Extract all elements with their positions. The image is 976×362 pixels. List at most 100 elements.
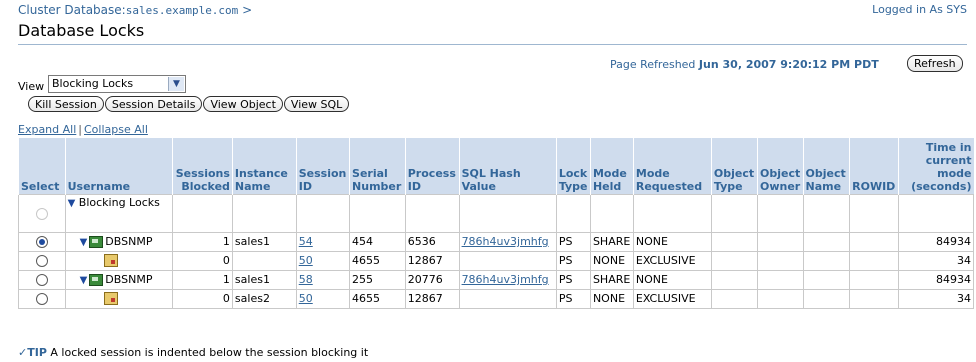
session-id-link[interactable]: 50 [299, 254, 313, 267]
lock-type-cell: PS [555, 269, 591, 290]
link-separator: | [78, 123, 82, 136]
mode-requested-cell: NONE [632, 231, 712, 252]
process-cell: 12867 [404, 250, 460, 271]
col-session-id: Session ID [295, 138, 350, 194]
refresh-status: Page Refreshed Jun 30, 2007 9:20:12 PM P… [610, 58, 879, 71]
sessions-blocked-cell: 1 [171, 231, 233, 252]
col-object-owner: Object Owner [756, 138, 804, 194]
session-details-button[interactable]: Session Details [104, 96, 203, 112]
locks-table: Select Username Sessions Blocked Instanc… [18, 138, 975, 309]
session-icon [89, 274, 104, 286]
col-object-type: Object Type [710, 138, 758, 194]
sessions-blocked-cell: 0 [171, 288, 233, 309]
view-sql-button[interactable]: View SQL [283, 96, 350, 112]
table-header-row: Select Username Sessions Blocked Instanc… [18, 138, 974, 194]
select-radio[interactable] [35, 236, 48, 248]
select-radio-disabled [35, 207, 48, 220]
mode-requested-cell: EXCLUSIVE [632, 250, 712, 271]
process-cell: 20776 [404, 269, 460, 290]
table-row[interactable]: ▼ DBSNMP 1 sales1 54 454 6536 786h4uv3jmh… [18, 231, 975, 252]
refresh-button[interactable]: Refresh [907, 55, 963, 72]
sessions-blocked-cell: 0 [171, 250, 233, 271]
title-divider [18, 44, 967, 45]
collapse-triangle-icon[interactable]: ▼ [68, 198, 76, 209]
expand-all-link[interactable]: Expand All [18, 123, 76, 136]
select-radio[interactable] [35, 293, 48, 305]
col-sql-hash: SQL Hash Value [458, 138, 557, 194]
session-id-link[interactable]: 58 [299, 273, 313, 286]
locked-session-icon [103, 254, 118, 268]
col-mode-requested: Mode Requested [632, 138, 712, 194]
lock-type-cell: PS [555, 231, 591, 252]
chevron-down-icon[interactable]: ▼ [168, 77, 184, 91]
process-cell: 12867 [404, 288, 460, 309]
username-cell: DBSNMP [105, 273, 153, 286]
table-row[interactable]: ▼ DBSNMP 1 sales1 58 255 20776 786h4uv3jm… [18, 269, 975, 290]
root-label: Blocking Locks [78, 195, 160, 209]
col-lock-type: Lock Type [555, 138, 591, 194]
col-sessions-blocked: Sessions Blocked [171, 138, 233, 194]
mode-held-cell: NONE [589, 250, 634, 271]
instance-cell [231, 250, 297, 271]
expand-controls: Expand All | Collapse All [18, 123, 148, 136]
refresh-label: Page Refreshed [610, 58, 696, 71]
session-icon [89, 236, 104, 248]
instance-cell: sales1 [231, 269, 297, 290]
col-rowid: ROWID [849, 138, 899, 194]
col-object-name: Object Name [802, 138, 850, 194]
view-selected-value: Blocking Locks [52, 77, 134, 90]
mode-held-cell: SHARE [589, 269, 634, 290]
locked-session-icon [103, 292, 118, 306]
col-serial-number: Serial Number [349, 138, 406, 194]
instance-cell: sales2 [231, 288, 297, 309]
mode-requested-cell: NONE [632, 269, 712, 290]
view-select[interactable]: Blocking Locks ▼ [48, 75, 186, 93]
serial-cell: 255 [349, 269, 406, 290]
mode-held-cell: NONE [589, 288, 634, 309]
col-username: Username [64, 138, 173, 194]
col-instance-name: Instance Name [231, 138, 297, 194]
serial-cell: 4655 [349, 288, 406, 309]
time-cell: 84934 [897, 269, 975, 290]
time-cell: 34 [897, 250, 975, 271]
breadcrumb-host[interactable]: sales.example.com [126, 4, 239, 17]
process-cell: 6536 [404, 231, 460, 252]
tip-label: TIP [27, 346, 47, 359]
page-title: Database Locks [18, 21, 145, 40]
instance-cell: sales1 [231, 231, 297, 252]
breadcrumb-prefix[interactable]: Cluster Database: [18, 3, 126, 17]
mode-held-cell: SHARE [589, 231, 634, 252]
refresh-timestamp: Jun 30, 2007 9:20:12 PM PDT [698, 58, 879, 71]
serial-cell: 4655 [349, 250, 406, 271]
collapse-triangle-icon[interactable]: ▼ [80, 237, 88, 248]
collapse-triangle-icon[interactable]: ▼ [80, 275, 88, 286]
col-time-in-mode: Time in current mode (seconds) [897, 138, 974, 194]
view-label: View [18, 80, 45, 93]
breadcrumb[interactable]: Cluster Database:sales.example.com > [18, 3, 252, 17]
select-radio[interactable] [35, 274, 48, 286]
serial-cell: 454 [349, 231, 406, 252]
action-toolbar: Kill Session Session Details View Object Vi… [28, 96, 350, 112]
sessions-blocked-cell: 1 [171, 269, 233, 290]
session-id-link[interactable]: 50 [299, 292, 313, 305]
username-cell: DBSNMP [105, 235, 153, 248]
tip-text: A locked session is indented below the s… [50, 346, 369, 359]
select-radio[interactable] [35, 255, 48, 267]
table-row[interactable]: 0 50 4655 12867 PS NONE EXCLUSIVE 34 [18, 250, 975, 271]
kill-session-button[interactable]: Kill Session [28, 96, 104, 112]
sql-hash-link[interactable]: 786h4uv3jmhfg [462, 235, 549, 248]
view-object-button[interactable]: View Object [203, 96, 283, 112]
collapse-all-link[interactable]: Collapse All [84, 123, 148, 136]
mode-requested-cell: EXCLUSIVE [632, 288, 712, 309]
time-cell: 34 [897, 288, 975, 309]
session-id-link[interactable]: 54 [299, 235, 313, 248]
col-process-id: Process ID [404, 138, 460, 194]
checkmark-icon: ✓ [18, 346, 28, 359]
table-row[interactable]: 0 sales2 50 4655 12867 PS NONE EXCLUSIVE… [18, 288, 975, 309]
lock-type-cell: PS [555, 250, 591, 271]
login-status: Logged in As SYS [872, 3, 967, 16]
sql-hash-link[interactable]: 786h4uv3jmhfg [462, 273, 549, 286]
time-cell: 84934 [897, 231, 975, 252]
col-select: Select [18, 138, 66, 194]
breadcrumb-separator: > [238, 3, 253, 17]
